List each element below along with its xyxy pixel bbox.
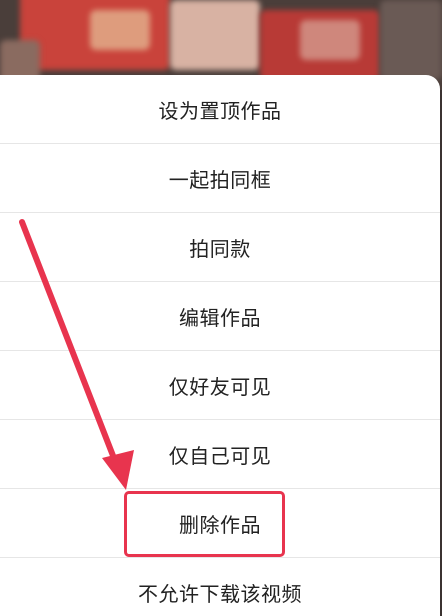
menu-item-same-style[interactable]: 拍同款 [0, 213, 440, 282]
action-sheet: 设为置顶作品 一起拍同框 拍同款 编辑作品 仅好友可见 仅自己可见 删除作品 不… [0, 75, 440, 616]
menu-item-edit-work[interactable]: 编辑作品 [0, 282, 440, 351]
blurred-region [380, 0, 442, 80]
menu-item-pin-work[interactable]: 设为置顶作品 [0, 75, 440, 144]
blurred-region [300, 20, 360, 60]
menu-item-disallow-download[interactable]: 不允许下载该视频 [0, 558, 440, 616]
blurred-region [170, 0, 260, 70]
blurred-region [90, 10, 150, 50]
menu-item-duet[interactable]: 一起拍同框 [0, 144, 440, 213]
menu-item-delete-work[interactable]: 删除作品 [0, 489, 440, 558]
menu-item-private[interactable]: 仅自己可见 [0, 420, 440, 489]
menu-item-friends-only[interactable]: 仅好友可见 [0, 351, 440, 420]
